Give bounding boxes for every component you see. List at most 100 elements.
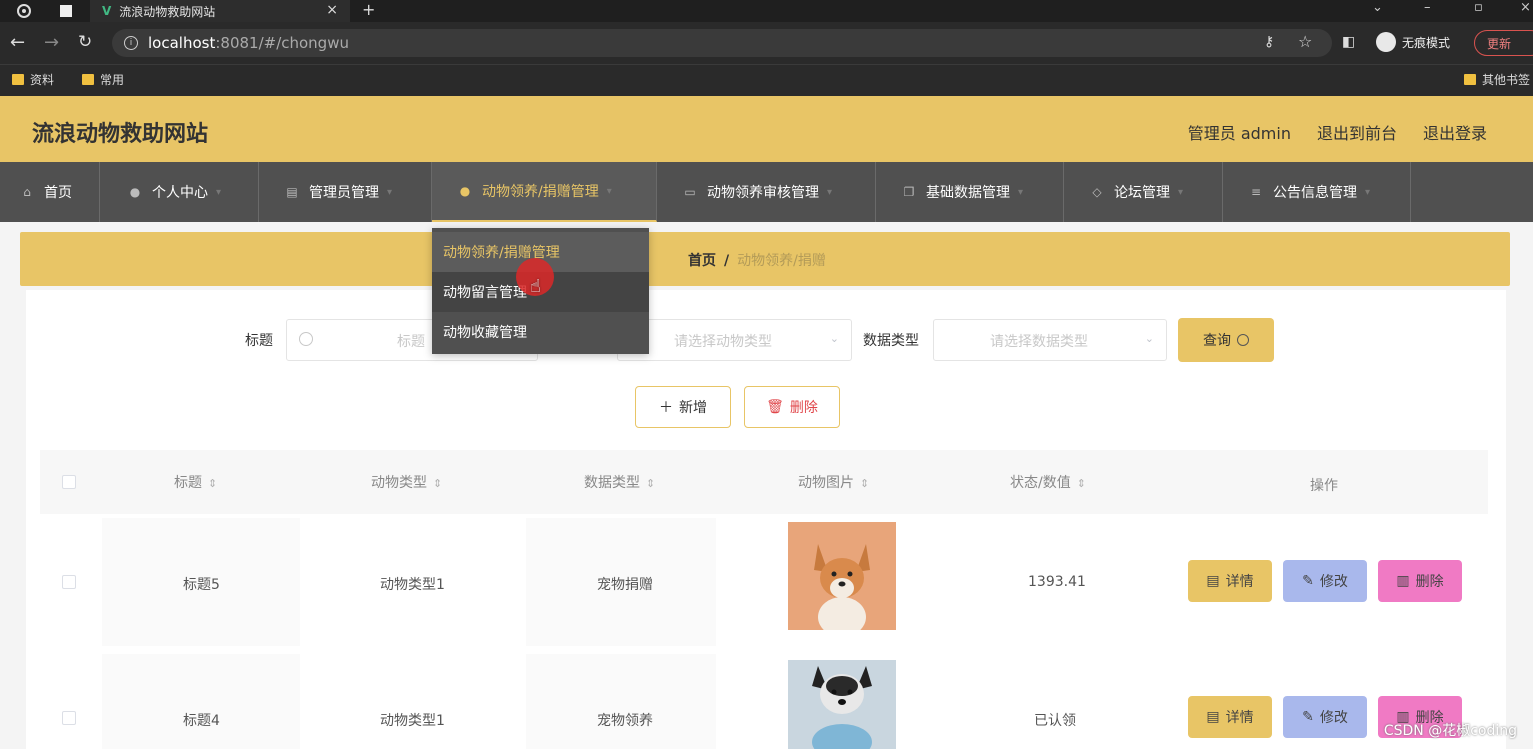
- table-row: 标题4 动物类型1 宠物领养 已认领 ▤ 详情 ✎ 修改 ▥ 删除: [40, 650, 1488, 749]
- column-header-picture[interactable]: 动物图片 ⇕: [798, 472, 869, 492]
- column-header-status[interactable]: 状态/数值 ⇕: [1010, 472, 1086, 492]
- animal-type-select[interactable]: 请选择动物类型 ⌄: [617, 319, 852, 361]
- nav-label: 基础数据管理: [926, 185, 1010, 201]
- sort-icon[interactable]: ⇕: [433, 477, 442, 490]
- sidepanel-icon[interactable]: ◧: [1342, 34, 1355, 50]
- sort-icon[interactable]: ⇕: [1077, 477, 1086, 490]
- search-icon: [1237, 334, 1249, 346]
- nav-label: 首页: [44, 185, 72, 201]
- cell-data-type: 宠物捐赠: [597, 577, 653, 593]
- nav-label: 论坛管理: [1114, 185, 1170, 201]
- tab-list-icon[interactable]: [58, 3, 74, 19]
- browser-tab-bar: V 流浪动物救助网站 × + ⌄ – ▫ ×: [0, 0, 1533, 22]
- address-bar: ← → ↻ i localhost:8081/#/chongwu ⚷ ☆ ◧ 无…: [0, 22, 1533, 64]
- incognito-icon: [1376, 32, 1396, 52]
- chevron-down-icon: ⌄: [1144, 332, 1154, 345]
- nav-item-notice[interactable]: ≡ 公告信息管理 ▾: [1223, 162, 1411, 222]
- browser-tab[interactable]: V 流浪动物救助网站 ×: [90, 0, 350, 22]
- row-checkbox[interactable]: [62, 711, 76, 725]
- header-links: 管理员 admin 退出到前台 退出登录: [1188, 120, 1487, 144]
- animal-photo-dog[interactable]: [788, 660, 896, 749]
- new-tab-icon[interactable]: +: [362, 0, 375, 19]
- nav-item-basic-data[interactable]: ❐ 基础数据管理 ▾: [876, 162, 1064, 222]
- url-input[interactable]: i localhost:8081/#/chongwu: [112, 29, 1332, 57]
- delete-label: 删除: [1415, 574, 1444, 590]
- row-delete-button[interactable]: ▥ 删除: [1378, 560, 1462, 602]
- add-button[interactable]: ＋ 新增: [635, 386, 731, 428]
- document-icon: ▤: [1206, 709, 1220, 725]
- bookmarks-bar: 资料 常用 其他书签: [0, 64, 1533, 96]
- watermark: CSDN @花椒coding: [1383, 723, 1517, 739]
- bookmark-label: 常用: [100, 73, 125, 87]
- url-path: :8081/#/chongwu: [215, 34, 349, 52]
- bookmark-label: 其他书签: [1482, 73, 1531, 87]
- batch-delete-button[interactable]: 🗑 删除: [744, 386, 840, 428]
- column-label: 数据类型: [584, 475, 640, 491]
- maximize-icon[interactable]: ▫: [1474, 0, 1483, 15]
- edit-icon: ✎: [1302, 709, 1314, 725]
- select-all-checkbox[interactable]: [62, 475, 76, 489]
- chevron-down-icon: ▾: [1018, 186, 1024, 198]
- cell-background: [102, 654, 300, 749]
- key-icon[interactable]: ⚷: [1264, 34, 1274, 50]
- nav-item-adoption-review[interactable]: ▭ 动物领养审核管理 ▾: [657, 162, 876, 222]
- back-icon[interactable]: ←: [10, 32, 25, 53]
- detail-button[interactable]: ▤ 详情: [1188, 560, 1272, 602]
- sort-icon[interactable]: ⇕: [646, 477, 655, 490]
- nav-label: 动物领养/捐赠管理: [482, 184, 599, 200]
- animal-photo-corgi[interactable]: [788, 522, 896, 630]
- row-checkbox[interactable]: [62, 575, 76, 589]
- nav-item-adoption[interactable]: ● 动物领养/捐赠管理 ▾: [432, 162, 657, 222]
- column-label: 状态/数值: [1010, 475, 1071, 491]
- sort-icon[interactable]: ⇕: [860, 477, 869, 490]
- home-icon: ⌂: [23, 185, 31, 199]
- column-header-data-type[interactable]: 数据类型 ⇕: [584, 472, 655, 492]
- app-header: 流浪动物救助网站 管理员 admin 退出到前台 退出登录: [0, 96, 1533, 162]
- column-header-actions: 操作: [1310, 478, 1338, 494]
- bookmark-folder-ziliao[interactable]: 资料: [12, 71, 54, 88]
- breadcrumb-home[interactable]: 首页: [688, 253, 716, 269]
- title-label: 标题: [245, 333, 273, 349]
- data-type-placeholder: 请选择数据类型: [990, 334, 1088, 350]
- chevron-down-icon: ▾: [387, 186, 393, 198]
- folder-icon: [12, 74, 24, 85]
- copy-icon: ❐: [903, 185, 915, 199]
- nav-item-admin[interactable]: ▤ 管理员管理 ▾: [259, 162, 432, 222]
- chevron-down-icon: ▾: [606, 185, 612, 197]
- forward-icon[interactable]: →: [44, 32, 59, 53]
- edit-button[interactable]: ✎ 修改: [1283, 560, 1367, 602]
- column-header-animal-type[interactable]: 动物类型 ⇕: [371, 472, 442, 492]
- breadcrumb: 首页 / 动物领养/捐赠: [20, 232, 1510, 286]
- sort-icon[interactable]: ⇕: [208, 477, 217, 490]
- tab-search-icon[interactable]: ⌄: [1372, 0, 1383, 15]
- cell-background: [526, 654, 716, 749]
- data-type-select[interactable]: 请选择数据类型 ⌄: [933, 319, 1167, 361]
- bookmark-folder-changyong[interactable]: 常用: [82, 71, 124, 88]
- nav-label: 管理员管理: [309, 185, 379, 201]
- title-placeholder: 标题: [397, 334, 425, 350]
- edit-icon: ✎: [1302, 573, 1314, 589]
- admin-label: 管理员 admin: [1187, 124, 1291, 143]
- logout-link[interactable]: 退出登录: [1423, 120, 1487, 144]
- back-to-front-link[interactable]: 退出到前台: [1317, 120, 1397, 144]
- query-button[interactable]: 查询: [1178, 318, 1274, 362]
- nav-item-profile[interactable]: ● 个人中心 ▾: [100, 162, 259, 222]
- close-window-icon[interactable]: ×: [1520, 0, 1531, 15]
- close-tab-icon[interactable]: ×: [326, 2, 338, 18]
- nav-item-home[interactable]: ⌂ 首页: [0, 162, 100, 222]
- reload-icon[interactable]: ↻: [78, 32, 92, 52]
- minimize-icon[interactable]: –: [1424, 0, 1431, 15]
- edit-button[interactable]: ✎ 修改: [1283, 696, 1367, 738]
- nav-item-forum[interactable]: ◇ 论坛管理 ▾: [1064, 162, 1223, 222]
- user-icon: ●: [129, 185, 141, 199]
- detail-button[interactable]: ▤ 详情: [1188, 696, 1272, 738]
- site-info-icon[interactable]: i: [124, 36, 138, 50]
- nav-label: 公告信息管理: [1273, 185, 1357, 201]
- submenu-item-favorites[interactable]: 动物收藏管理: [432, 312, 649, 352]
- document-icon: ▤: [1206, 573, 1220, 589]
- update-button[interactable]: 更新: [1474, 30, 1533, 56]
- browser-menu-icon[interactable]: [16, 3, 32, 19]
- bookmark-star-icon[interactable]: ☆: [1298, 32, 1312, 51]
- column-header-title[interactable]: 标题 ⇕: [174, 472, 217, 492]
- bookmark-folder-other[interactable]: 其他书签: [1464, 71, 1530, 88]
